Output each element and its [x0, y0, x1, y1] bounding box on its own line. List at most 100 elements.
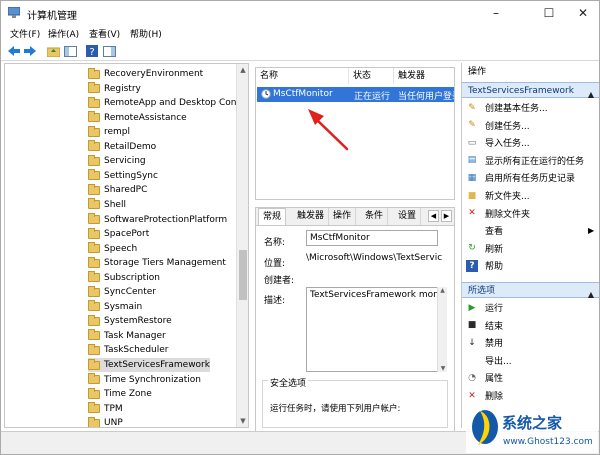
tree-item-time-zone[interactable]: Time Zone	[88, 387, 152, 401]
menu-action[interactable]: 操作(A)	[48, 27, 79, 40]
column-name[interactable]: 名称	[256, 68, 349, 84]
column-triggers[interactable]: 触发器	[394, 68, 454, 84]
scroll-down-icon[interactable]: ▼	[237, 415, 248, 427]
name-field[interactable]: MsCtfMonitor	[306, 230, 438, 246]
tree-item-systemrestore[interactable]: SystemRestore	[88, 314, 172, 328]
action-run[interactable]: ▶ 运行	[466, 299, 503, 316]
disable-icon: ↓	[468, 337, 476, 348]
forward-icon[interactable]	[23, 44, 37, 58]
show-running-icon: ▤	[467, 155, 477, 166]
tree-item-tpm[interactable]: TPM	[88, 402, 123, 416]
tree-item-remoteapp-and-desktop-conn[interactable]: RemoteApp and Desktop Conn	[88, 96, 242, 110]
action-end[interactable]: ■ 结束	[466, 317, 503, 334]
up-folder-icon[interactable]	[46, 44, 60, 58]
show-hide-console-icon[interactable]	[63, 44, 77, 58]
action-create-task[interactable]: ✎ 创建任务...	[466, 117, 529, 134]
actions-pane: 操作 TextServicesFramework ▲ ✎ 创建基本任务... ✎ 创建…	[461, 63, 599, 428]
menu-help[interactable]: 帮助(H)	[130, 27, 162, 40]
tree-item-shell[interactable]: Shell	[88, 198, 126, 212]
create-basic-task-icon: ✎	[468, 102, 476, 113]
console-view-icon[interactable]	[102, 44, 116, 58]
tree-item-spaceport[interactable]: SpacePort	[88, 227, 149, 241]
action-label: 删除文件夹	[485, 209, 531, 220]
actions-section-selected[interactable]: 所选项 ▲	[462, 282, 599, 299]
svg-text:系统之家: 系统之家	[502, 414, 562, 432]
tree-item-time-synchronization[interactable]: Time Synchronization	[88, 373, 201, 387]
menu-file[interactable]: 文件(F)	[10, 27, 40, 40]
folder-icon	[88, 169, 100, 181]
tree-item-textservicesframework[interactable]: TextServicesFramework	[88, 358, 210, 372]
action-disable[interactable]: ↓ 禁用	[466, 334, 503, 351]
action-label: 导入任务...	[485, 139, 530, 150]
folder-icon	[88, 343, 100, 355]
tab-general[interactable]: 常规	[258, 208, 287, 225]
tree-item-taskscheduler[interactable]: TaskScheduler	[88, 343, 168, 357]
tree-item-task-manager[interactable]: Task Manager	[88, 329, 166, 343]
action-delete-folder[interactable]: ✕ 删除文件夹	[466, 205, 530, 222]
action-properties[interactable]: ◔ 属性	[466, 369, 503, 386]
tree-item-speech[interactable]: Speech	[88, 242, 137, 256]
tab-scroll-left-icon[interactable]: ◀	[428, 210, 439, 222]
tab-conditions[interactable]: 条件	[361, 208, 389, 225]
action-label: 帮助	[485, 262, 504, 273]
action-view[interactable]: 查看 ▶	[466, 222, 594, 239]
back-icon[interactable]	[7, 44, 21, 58]
menu-view[interactable]: 查看(V)	[89, 27, 120, 40]
tree-item-subscription[interactable]: Subscription	[88, 271, 160, 285]
action-create-basic-task[interactable]: ✎ 创建基本任务...	[466, 99, 547, 116]
tree-item-recoveryenvironment[interactable]: RecoveryEnvironment	[88, 67, 203, 81]
action-refresh[interactable]: ↻ 刷新	[466, 240, 503, 257]
action-export[interactable]: 导出...	[466, 352, 512, 369]
tree-item-servicing[interactable]: Servicing	[88, 154, 146, 168]
tree-item-synccenter[interactable]: SyncCenter	[88, 285, 156, 299]
tree-item-sysmain[interactable]: Sysmain	[88, 300, 142, 314]
tab-triggers[interactable]: 触发器	[293, 208, 330, 225]
tree-item-label: TextServicesFramework	[104, 360, 210, 370]
help-icon[interactable]: ?	[85, 44, 99, 58]
tree-item-label: Subscription	[104, 272, 160, 283]
tree-item-remoteassistance[interactable]: RemoteAssistance	[88, 111, 187, 125]
folder-icon	[88, 198, 100, 210]
action-import-task[interactable]: ▭ 导入任务...	[466, 134, 530, 151]
tab-scroll-right-icon[interactable]: ▶	[441, 210, 452, 222]
action-label: 查看	[485, 227, 504, 238]
folder-icon	[88, 154, 100, 166]
action-show-running[interactable]: ▤ 显示所有正在运行的任务	[466, 152, 584, 169]
end-icon: ■	[467, 320, 477, 331]
tree-item-registry[interactable]: Registry	[88, 82, 141, 96]
tree-item-unp[interactable]: UNP	[88, 416, 123, 427]
column-status[interactable]: 状态	[349, 68, 394, 84]
view-icon	[466, 225, 478, 237]
tab-settings[interactable]: 设置	[394, 208, 422, 225]
actions-section-folder[interactable]: TextServicesFramework ▲	[462, 82, 599, 99]
tree-scrollbar[interactable]: ▲ ▼	[236, 64, 248, 427]
collapse-selected-section-icon[interactable]: ▲	[588, 287, 594, 303]
tree-item-storage-tiers-management[interactable]: Storage Tiers Management	[88, 256, 226, 270]
tab-actions[interactable]: 操作	[329, 208, 357, 225]
description-scrollbar[interactable]: ▲ ▼	[437, 287, 447, 372]
tree-item-settingsync[interactable]: SettingSync	[88, 169, 158, 183]
tree-item-retaildemo[interactable]: RetailDemo	[88, 140, 156, 154]
delete-icon: ✕	[468, 390, 476, 401]
folder-icon	[88, 96, 100, 108]
tree-item-rempl[interactable]: rempl	[88, 125, 130, 139]
help-icon: ?	[466, 259, 478, 272]
description-field[interactable]: TextServicesFramework monito	[306, 287, 441, 372]
action-help[interactable]: ? 帮助	[466, 257, 503, 274]
action-label: 刷新	[485, 244, 504, 255]
computer-management-icon	[8, 7, 20, 18]
tree-item-softwareprotectionplatform[interactable]: SoftwareProtectionPlatform	[88, 213, 227, 227]
minimize-button[interactable]: –	[476, 1, 516, 25]
scroll-up-icon[interactable]: ▲	[237, 64, 248, 76]
collapse-section-icon[interactable]: ▲	[588, 87, 594, 103]
close-button[interactable]: ✕	[563, 1, 600, 25]
tree-scroll-thumb[interactable]	[239, 250, 247, 300]
tree-item-sharedpc[interactable]: SharedPC	[88, 183, 147, 197]
action-label: 运行	[485, 304, 504, 314]
location-label: 位置:	[264, 259, 286, 269]
action-history[interactable]: ▦ 启用所有任务历史记录	[466, 169, 575, 186]
history-icon: ▦	[467, 172, 477, 183]
folder-icon	[88, 125, 100, 137]
action-new-folder[interactable]: ■ 新文件夹...	[466, 187, 530, 204]
tree-item-label: RecoveryEnvironment	[104, 69, 204, 79]
